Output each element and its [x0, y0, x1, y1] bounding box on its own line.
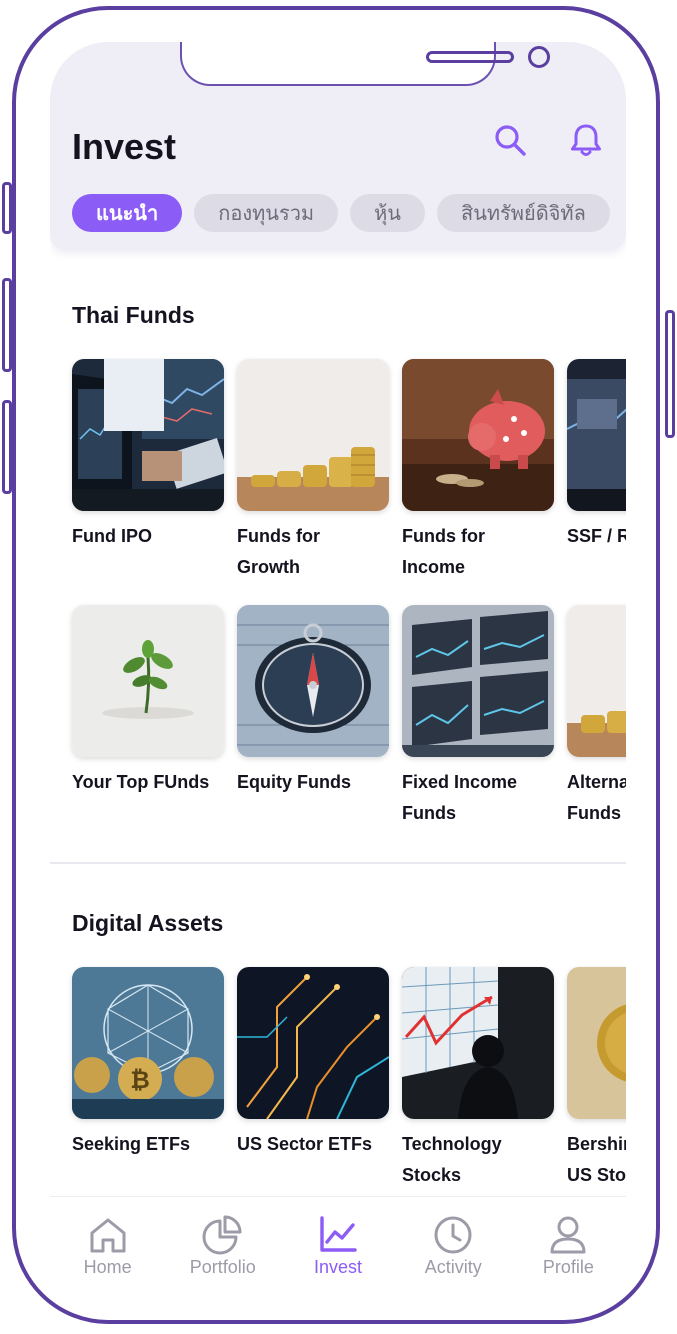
phone-screen: Invest แนะนำ กองทุนรวม หุ้น สินทรัพย์ดิจ… [50, 42, 626, 1288]
fund-card-your-top-funds[interactable]: Your Top FUnds [72, 605, 224, 829]
asset-image [402, 967, 554, 1119]
side-button [2, 182, 12, 234]
asset-image [237, 967, 389, 1119]
fund-label: Equity Funds [237, 772, 351, 792]
clock-icon [434, 1216, 472, 1254]
fund-image [402, 605, 554, 757]
asset-card-seeking-etfs[interactable]: ₿ Seeking ETFs [72, 967, 224, 1191]
tab-activity[interactable]: Activity [396, 1197, 511, 1288]
tab-label: Profile [542, 1257, 594, 1277]
tab-home[interactable]: Home [50, 1197, 165, 1288]
side-button [2, 400, 12, 494]
thai-funds-row-1: Fund IPO Funds for Growth Funds for Inco… [72, 359, 626, 583]
speaker [426, 51, 514, 63]
tab-label: Invest [313, 1257, 363, 1277]
fund-image [567, 605, 626, 757]
fund-image [237, 605, 389, 757]
fund-image [402, 359, 554, 511]
asset-label: Seeking ETFs [72, 1134, 191, 1154]
chip-recommended[interactable]: แนะนำ [72, 194, 183, 232]
tab-label: Activity [424, 1257, 482, 1277]
tab-label: Home [83, 1257, 132, 1277]
tab-profile[interactable]: Profile [511, 1197, 626, 1288]
asset-label: US Sector ETFs [237, 1134, 373, 1154]
svg-text:₿: ₿ [130, 1066, 150, 1094]
section-title-digital-assets: Digital Assets [72, 910, 224, 936]
chip-stocks[interactable]: หุ้น [350, 194, 425, 232]
fund-image [72, 359, 224, 511]
fund-label: Your Top FUnds [72, 772, 210, 792]
fund-label: Funds for Growth [237, 526, 320, 577]
tab-portfolio[interactable]: Portfolio [165, 1197, 280, 1288]
fund-card-fixed-income-funds[interactable]: Fixed Income Funds [402, 605, 554, 829]
camera [528, 46, 550, 68]
pie-chart-icon [202, 1215, 242, 1255]
fund-card-funds-for-growth[interactable]: Funds for Growth [237, 359, 389, 583]
digital-assets-row: ₿ Seeking ETFs US Sector ETFs Technology… [72, 967, 626, 1191]
side-button [2, 278, 12, 372]
fund-image [567, 359, 626, 511]
home-icon [90, 1218, 126, 1253]
asset-image: ₿ [72, 967, 224, 1119]
fund-card-fund-ipo[interactable]: Fund IPO [72, 359, 224, 583]
asset-label: Technology Stocks [402, 1134, 502, 1185]
fund-card-ssf-rmf[interactable]: SSF / R [567, 359, 626, 583]
fund-card-equity-funds[interactable]: Equity Funds [237, 605, 389, 829]
category-chips: แนะนำ กองทุนรวม หุ้น สินทรัพย์ดิจิทัล [72, 194, 610, 232]
asset-image [567, 967, 626, 1119]
line-chart-icon [320, 1216, 357, 1252]
asset-card-technology-stocks[interactable]: Technology Stocks [402, 967, 554, 1191]
asset-card-bershin-us-stocks[interactable]: Bershin US Stoc [567, 967, 626, 1191]
asset-label: Bershin US Stoc [567, 1134, 626, 1185]
notch [180, 42, 550, 86]
fund-label: Fund IPO [72, 526, 152, 546]
page-title: Invest [72, 126, 177, 167]
fund-label: Fixed Income Funds [402, 772, 518, 823]
fund-label: Alterna Funds [567, 772, 626, 823]
section-divider [50, 862, 626, 864]
tab-invest[interactable]: Invest [280, 1197, 395, 1288]
section-title-thai-funds: Thai Funds [72, 302, 195, 328]
user-icon [550, 1216, 586, 1254]
fund-card-funds-for-income[interactable]: Funds for Income [402, 359, 554, 583]
tab-label: Portfolio [189, 1257, 256, 1277]
bottom-tab-bar: Home Portfolio Invest Activity Profile [50, 1196, 626, 1288]
fund-label: Funds for Income [402, 526, 485, 577]
asset-card-us-sector-etfs[interactable]: US Sector ETFs [237, 967, 389, 1191]
fund-image [72, 605, 224, 757]
bell-icon[interactable] [566, 120, 606, 160]
search-icon[interactable] [490, 120, 530, 160]
fund-image [237, 359, 389, 511]
fund-card-alternative-funds[interactable]: Alterna Funds [567, 605, 626, 829]
chip-digital-assets[interactable]: สินทรัพย์ดิจิทัล [436, 194, 610, 232]
thai-funds-row-2: Your Top FUnds Equity Funds Fixed Income… [72, 605, 626, 829]
chip-mutual-funds[interactable]: กองทุนรวม [194, 194, 339, 232]
fund-label: SSF / R [567, 526, 626, 546]
side-button [665, 310, 675, 438]
header: Invest แนะนำ กองทุนรวม หุ้น สินทรัพย์ดิจ… [50, 42, 626, 250]
